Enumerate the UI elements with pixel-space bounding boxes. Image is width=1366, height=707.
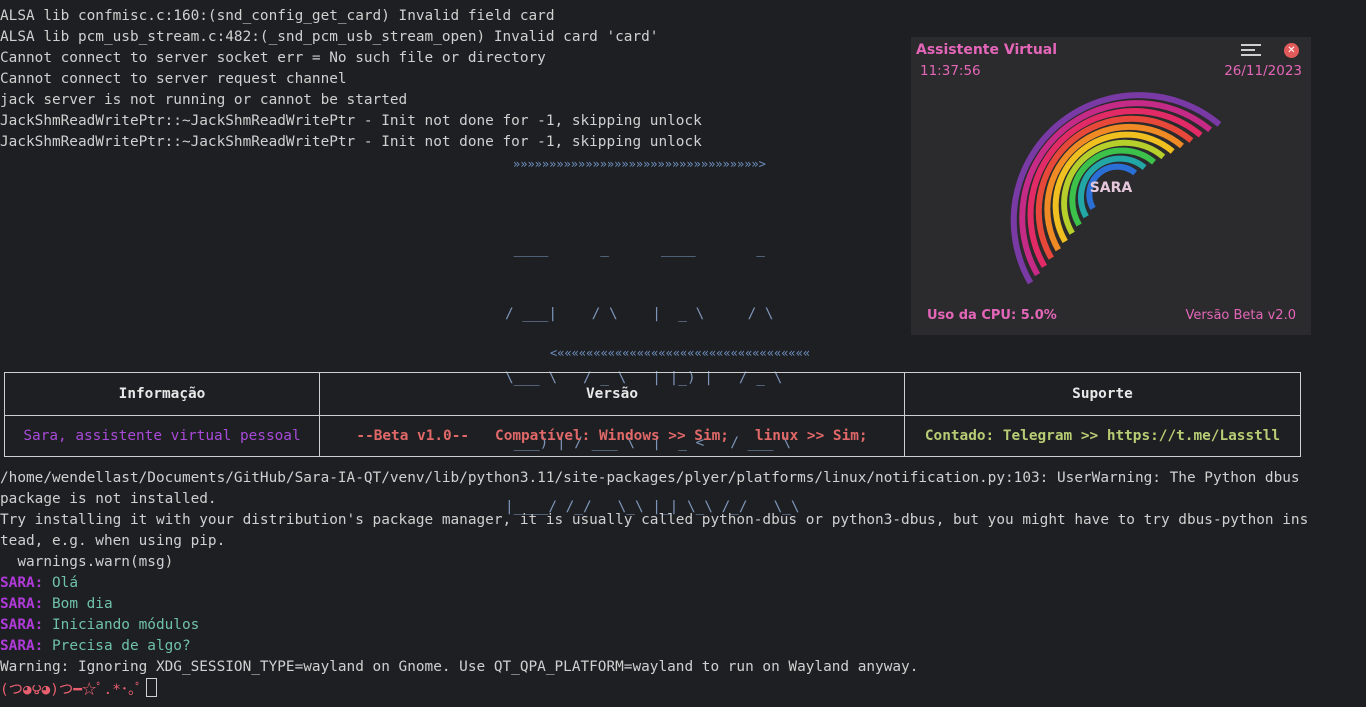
cpu-usage-label: Uso da CPU: 5.0% (927, 308, 1057, 323)
text-cursor[interactable] (146, 678, 158, 697)
chat-line: SARA: Olá (0, 573, 78, 594)
table-header-version: Versão (586, 386, 638, 402)
chat-line: SARA: Bom dia (0, 594, 113, 615)
log-line: Cannot connect to server socket err = No… (0, 50, 546, 66)
chat-message: Bom dia (43, 596, 113, 612)
table-cell-support: Contado: Telegram >> https://t.me/Lasstl… (924, 428, 1281, 444)
chat-speaker: SARA: (0, 638, 44, 654)
log-line: Cannot connect to server request channel (0, 71, 347, 87)
table-header-info: Informação (118, 386, 206, 402)
ascii-art-line: / ___| / \ | _ \ / \ (505, 305, 774, 322)
info-table: Informação Versão Suporte Sara, assisten… (4, 372, 1301, 457)
warning-line: warnings.warn(msg) (0, 554, 174, 570)
chat-line: SARA: Precisa de algo? (0, 636, 191, 657)
chat-line: SARA: Iniciando módulos (0, 615, 199, 636)
table-cell-version: --Beta v1.0-- Compatível: Windows >> Sim… (356, 428, 868, 444)
log-line: JackShmReadWritePtr::~JackShmReadWritePt… (0, 113, 702, 129)
widget-version-label: Versão Beta v2.0 (1185, 308, 1296, 323)
chat-speaker: SARA: (0, 617, 44, 633)
widget-title: Assistente Virtual (916, 42, 1058, 58)
prompt-line[interactable]: (つ◕౪◕)つ━☆ﾟ.*･｡ﾟ (0, 678, 158, 699)
log-line: ALSA lib pcm_usb_stream.c:482:(_snd_pcm_… (0, 29, 659, 45)
chat-message: Iniciando módulos (43, 617, 200, 633)
chat-message: Olá (43, 575, 78, 591)
widget-center-label: SARA (1090, 180, 1133, 196)
chat-message: Precisa de algo? (43, 638, 191, 654)
rainbow-rings-graphic: SARA (1010, 92, 1222, 285)
close-icon[interactable]: ✕ (1284, 43, 1299, 58)
banner-bottom: <««««««««««««««««««««««««««««««««««« (550, 346, 811, 360)
chat-speaker: SARA: (0, 575, 44, 591)
warning-line: tead, e.g. when using pip. (0, 533, 226, 549)
widget-time: 11:37:56 (920, 63, 981, 79)
log-line: jack server is not running or cannot be … (0, 92, 408, 108)
warning-line: package is not installed. (0, 491, 217, 507)
widget-date: 26/11/2023 (1224, 63, 1302, 79)
assistant-widget[interactable]: SARA Assistente Virtual 11:37:56 26/11/2… (911, 37, 1311, 335)
log-line: JackShmReadWritePtr::~JackShmReadWritePt… (0, 134, 702, 150)
table-header-support: Suporte (1072, 386, 1133, 402)
final-warning: Warning: Ignoring XDG_SESSION_TYPE=wayla… (0, 659, 919, 675)
warning-line: Try installing it with your distribution… (0, 512, 1309, 528)
table-cell-info: Sara, assistente virtual pessoal (23, 428, 301, 444)
ascii-art-line: ____ _ ____ _ (505, 241, 765, 257)
banner-top: »»»»»»»»»»»»»»»»»»»»»»»»»»»»»»»»»»> (513, 157, 766, 171)
warning-line: /home/wendellast/Documents/GitHub/Sara-I… (0, 470, 1300, 486)
log-line: ALSA lib confmisc.c:160:(snd_config_get_… (0, 8, 555, 24)
chat-speaker: SARA: (0, 596, 44, 612)
prompt-face: (つ◕౪◕)つ━☆ﾟ.*･｡ﾟ (0, 682, 143, 698)
menu-icon[interactable] (1241, 44, 1261, 58)
